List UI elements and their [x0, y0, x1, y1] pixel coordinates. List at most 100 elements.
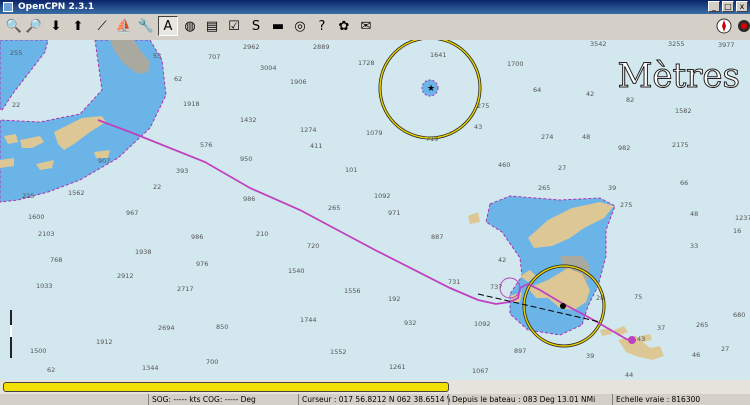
route-icon[interactable]: ⟋: [92, 16, 112, 36]
depth-sounding: 1918: [183, 100, 200, 108]
depth-sounding: 1344: [142, 364, 159, 372]
depth-sounding: 1237: [735, 214, 750, 222]
depth-sounding: 2103: [38, 230, 55, 238]
depth-sounding: 3977: [718, 41, 735, 49]
depth-sounding: 46: [692, 351, 700, 359]
depth-sounding: 1641: [430, 51, 447, 59]
app-icon: [3, 2, 13, 12]
depth-sounding: 37: [657, 324, 665, 332]
depth-sounding: 460: [498, 161, 510, 169]
own-ship: [560, 303, 566, 309]
depth-sounding: 22: [12, 101, 20, 109]
depth-sounding: 907: [98, 157, 110, 165]
depth-sounding: 411: [310, 142, 322, 150]
depth-sounding: 33: [690, 242, 698, 250]
depth-sounding: 42: [498, 256, 506, 264]
depth-sounding: 210: [256, 230, 268, 238]
depth-sounding: 27: [721, 345, 729, 353]
depth-sounding: 16: [733, 227, 741, 235]
depth-sounding: 1600: [28, 213, 45, 221]
current-icon[interactable]: ◍: [180, 16, 200, 36]
depth-sounding: 1552: [330, 348, 347, 356]
minimize-button[interactable]: _: [708, 1, 720, 12]
depth-sounding: 1540: [288, 267, 305, 275]
depth-sounding: 275: [477, 102, 489, 110]
tide-icon[interactable]: ▤: [202, 16, 222, 36]
depth-sounding: 737: [490, 283, 502, 291]
follow-ship-icon[interactable]: ⛵: [114, 16, 134, 36]
depth-sounding: 720: [307, 242, 319, 250]
horizontal-scrollbar[interactable]: [0, 380, 750, 394]
help-icon[interactable]: ?: [312, 16, 332, 36]
depth-sounding: 27: [558, 164, 566, 172]
compass-icon[interactable]: [714, 16, 734, 36]
depth-sounding: 2717: [177, 285, 194, 293]
depth-sounding: 274: [541, 133, 553, 141]
status-sog-cog: SOG: ----- kts COG: ----- Deg: [148, 394, 298, 405]
track-icon[interactable]: S: [246, 16, 266, 36]
depth-units-label: Mètres: [617, 56, 740, 97]
depth-sounding: 2694: [158, 324, 175, 332]
depth-sounding: 62: [47, 366, 55, 374]
zoom-in-icon[interactable]: 🔍: [4, 16, 24, 36]
depth-sounding: 255: [10, 49, 22, 57]
depth-sounding: 393: [176, 167, 188, 175]
status-bar: SOG: ----- kts COG: ----- Deg Curseur : …: [0, 394, 750, 405]
depth-sounding: 768: [50, 256, 62, 264]
settings-icon[interactable]: 🔧: [136, 16, 156, 36]
depth-sounding: 265: [328, 204, 340, 212]
depth-sounding: 66: [680, 179, 688, 187]
route-manager-icon[interactable]: ☑: [224, 16, 244, 36]
depth-sounding: 39: [608, 184, 616, 192]
depth-sounding: 225: [22, 192, 34, 200]
depth-sounding: 897: [514, 347, 526, 355]
depth-sounding: 1500: [30, 347, 47, 355]
depth-sounding: 101: [345, 166, 357, 174]
depth-sounding: 1556: [344, 287, 361, 295]
depth-sounding: 1582: [675, 107, 692, 115]
depth-sounding: 1938: [135, 248, 152, 256]
depth-sounding: 275: [620, 201, 632, 209]
depth-sounding: 62: [174, 75, 182, 83]
depth-sounding: 1744: [300, 316, 317, 324]
depth-sounding: 265: [538, 184, 550, 192]
depth-sounding: 42: [586, 90, 594, 98]
zoom-out-icon[interactable]: 🔎: [24, 16, 44, 36]
depth-sounding: 3542: [590, 40, 607, 48]
window-title: OpenCPN 2.3.1: [18, 2, 95, 12]
scrollbar-thumb[interactable]: [3, 382, 449, 392]
depth-sounding: 64: [533, 86, 541, 94]
status-from-ship: Depuis le bateau : 083 Deg 13.01 NMi: [448, 394, 614, 405]
depth-sounding: 1274: [300, 126, 317, 134]
scale-out-icon[interactable]: ⬆: [68, 16, 88, 36]
depth-sounding: 982: [618, 144, 630, 152]
depth-sounding: 28: [596, 294, 604, 302]
title-bar: OpenCPN 2.3.1 _ □ x: [0, 0, 750, 14]
depth-sounding: 265: [696, 321, 708, 329]
depth-sounding: 986: [191, 233, 203, 241]
maximize-button[interactable]: □: [722, 1, 734, 12]
depth-sounding: 1906: [290, 78, 307, 86]
depth-sounding: 950: [240, 155, 252, 163]
print-icon[interactable]: ✉: [356, 16, 376, 36]
close-button[interactable]: x: [736, 1, 748, 12]
text-icon[interactable]: A: [158, 16, 178, 36]
depth-sounding: 192: [388, 295, 400, 303]
depth-sounding: 576: [200, 141, 212, 149]
status-scale: Echelle vraie : 816300: [612, 394, 750, 405]
depth-sounding: 43: [474, 123, 482, 131]
mob-icon[interactable]: ◎: [290, 16, 310, 36]
depth-sounding: 1067: [472, 367, 489, 375]
chart-canvas[interactable]: ★ 255 53 707 2962 2889 1728 1641 1700 3542 3255 39…: [0, 40, 750, 380]
scale-in-icon[interactable]: ⬇: [46, 16, 66, 36]
plugin-icon[interactable]: ✿: [334, 16, 354, 36]
depth-sounding: 680: [733, 311, 745, 319]
depth-sounding: 707: [208, 53, 220, 61]
depth-sounding: 43: [637, 335, 645, 343]
depth-sounding: 2962: [243, 43, 260, 51]
depth-sounding: 1092: [474, 320, 491, 328]
depth-sounding: 2912: [117, 272, 134, 280]
depth-sounding: 971: [388, 209, 400, 217]
color-scheme-icon[interactable]: ▬: [268, 16, 288, 36]
depth-sounding: 39: [586, 352, 594, 360]
